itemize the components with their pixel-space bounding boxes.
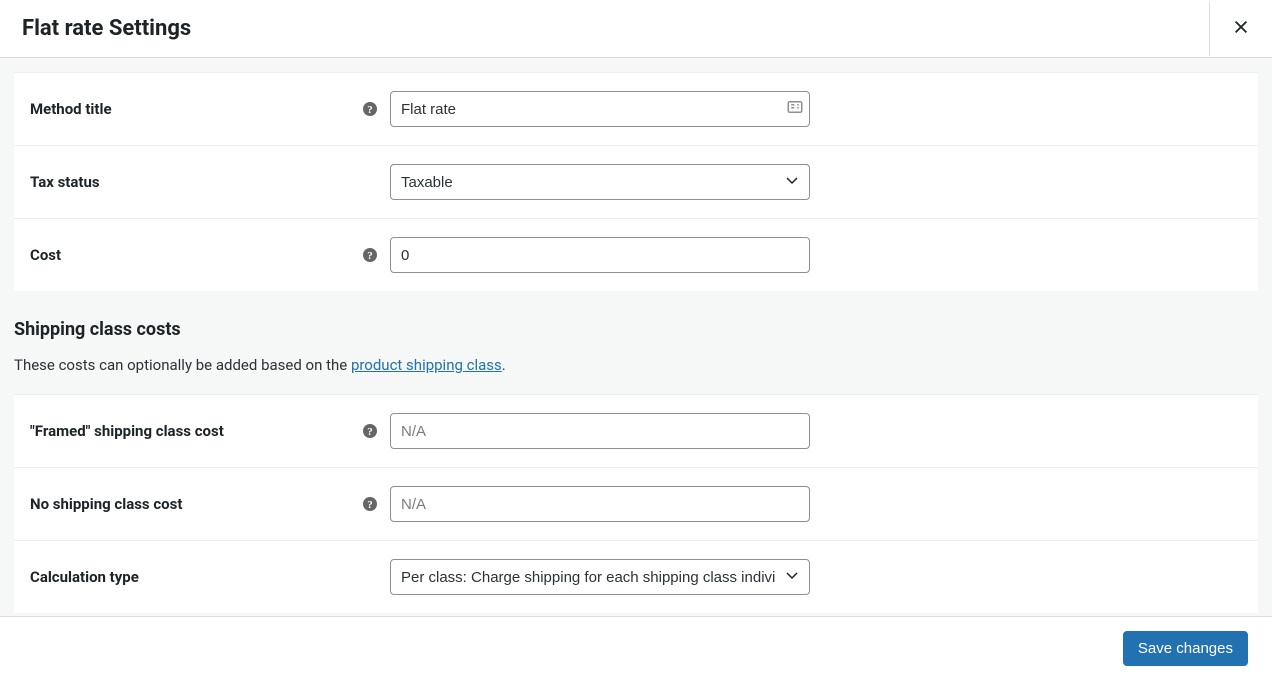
calculation-type-label: Calculation type (30, 568, 139, 586)
help-icon[interactable]: ? (362, 496, 378, 512)
framed-class-cost-input[interactable] (390, 413, 810, 449)
close-button[interactable] (1209, 2, 1272, 56)
no-class-cost-input[interactable] (390, 486, 810, 522)
method-title-label-wrap: Method title ? (30, 100, 390, 118)
help-icon[interactable]: ? (362, 423, 378, 439)
shipping-class-costs-heading: Shipping class costs (0, 291, 1272, 352)
section-title: Shipping class costs (14, 319, 1258, 340)
cost-label-wrap: Cost ? (30, 246, 390, 264)
no-class-cost-label: No shipping class cost (30, 495, 182, 513)
save-changes-button[interactable]: Save changes (1123, 631, 1248, 666)
tax-status-select[interactable]: Taxable (390, 164, 810, 200)
tax-status-row: Tax status Taxable (14, 146, 1258, 219)
class-costs-table: "Framed" shipping class cost ? No shippi… (14, 394, 1258, 613)
svg-text:?: ? (367, 104, 373, 116)
calculation-type-label-wrap: Calculation type (30, 568, 390, 586)
cost-row: Cost ? (14, 219, 1258, 291)
help-icon[interactable]: ? (362, 247, 378, 263)
contact-card-icon (786, 98, 804, 120)
calculation-type-select[interactable]: Per class: Charge shipping for each ship… (390, 559, 810, 595)
product-shipping-class-link[interactable]: product shipping class (351, 356, 502, 374)
section-description: These costs can optionally be added base… (0, 352, 1272, 394)
method-title-input[interactable] (390, 91, 810, 127)
desc-pre: These costs can optionally be added base… (14, 356, 351, 374)
page-title: Flat rate Settings (22, 16, 191, 41)
help-icon[interactable]: ? (362, 101, 378, 117)
no-class-cost-label-wrap: No shipping class cost ? (30, 495, 390, 513)
cost-label: Cost (30, 246, 61, 264)
svg-text:?: ? (367, 250, 373, 262)
framed-class-cost-label: "Framed" shipping class cost (30, 422, 224, 440)
modal-footer: Save changes (0, 616, 1272, 680)
framed-class-cost-row: "Framed" shipping class cost ? (14, 395, 1258, 468)
framed-class-cost-label-wrap: "Framed" shipping class cost ? (30, 422, 390, 440)
calculation-type-row: Calculation type Per class: Charge shipp… (14, 541, 1258, 613)
tax-status-label-wrap: Tax status (30, 173, 390, 191)
method-title-label: Method title (30, 100, 112, 118)
main-settings-table: Method title ? Tax status Taxable (14, 72, 1258, 291)
svg-text:?: ? (367, 499, 373, 511)
desc-post: . (502, 356, 506, 374)
no-class-cost-row: No shipping class cost ? (14, 468, 1258, 541)
cost-input[interactable] (390, 237, 810, 273)
tax-status-label: Tax status (30, 173, 100, 191)
close-icon (1232, 18, 1250, 40)
modal-header: Flat rate Settings (0, 0, 1272, 58)
svg-text:?: ? (367, 426, 373, 438)
method-title-row: Method title ? (14, 73, 1258, 146)
